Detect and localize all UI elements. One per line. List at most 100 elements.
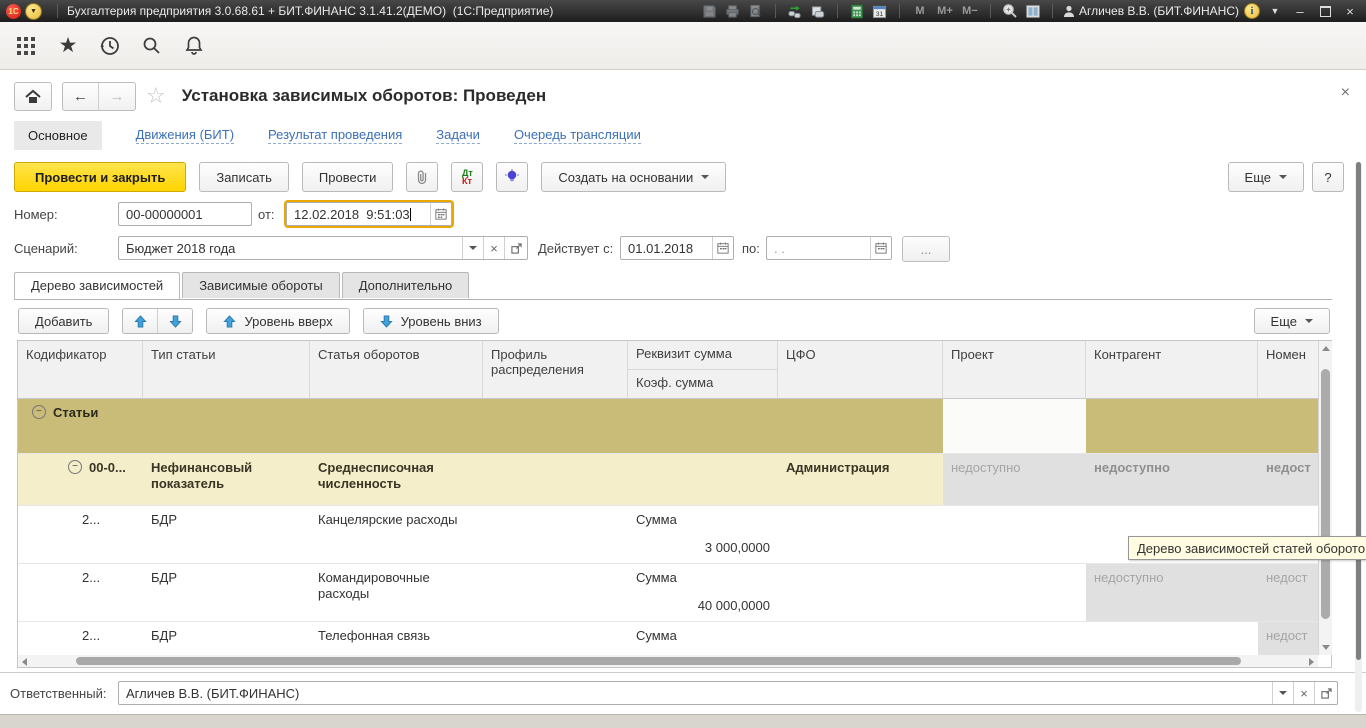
memory-m-icon[interactable]: M [910,5,930,17]
document-date-input[interactable]: 12.02.2018 9:51:03 [286,202,452,226]
group-right-cells[interactable] [1086,399,1318,453]
explain-button[interactable] [496,162,528,192]
close-form-icon[interactable]: × [1341,86,1350,100]
main-menu-button[interactable]: ▼ [25,3,42,20]
print-preview-icon[interactable] [747,3,765,19]
collapse-icon[interactable]: − [68,460,82,474]
post-and-close-button[interactable]: Провести и закрыть [14,162,186,192]
horizontal-scroll-thumb[interactable] [76,657,1241,665]
notifications-bell-icon[interactable] [182,34,206,58]
cell-nomenclature-unavailable: недост [1258,564,1318,621]
post-button[interactable]: Провести [302,162,394,192]
table-row-stationery[interactable]: 2... БДР Канцелярские расходы Сумма 3 00… [18,506,1318,564]
column-project[interactable]: Проект [943,341,1086,399]
scroll-left-icon[interactable] [22,658,27,666]
minimize-button[interactable]: – [1290,3,1310,19]
close-window-button[interactable]: × [1340,3,1360,19]
tab-dependency-tree[interactable]: Дерево зависимостей [14,272,180,299]
services-menu-icon[interactable] [14,34,38,58]
current-user[interactable]: Агличев В.В. (БИТ.ФИНАНС) [1063,4,1239,18]
cell-article-type: БДР [143,622,310,656]
column-article-type[interactable]: Тип статьи [143,341,310,399]
scroll-down-icon[interactable] [1322,645,1330,650]
history-icon[interactable] [98,34,122,58]
move-up-button[interactable] [123,309,158,333]
links-icon[interactable] [809,3,827,19]
period-ellipsis-button[interactable]: ... [902,236,950,262]
nav-link-tasks[interactable]: Задачи [436,127,480,144]
forward-button[interactable]: → [99,83,135,110]
column-turnover-article[interactable]: Статья оборотов [310,341,483,399]
more-button[interactable]: Еще [1228,162,1304,192]
info-icon[interactable]: i [1244,3,1260,19]
tab-additional[interactable]: Дополнительно [342,272,470,298]
responsible-open-button[interactable] [1314,682,1337,704]
column-codifier[interactable]: Кодификатор [18,341,143,399]
calendar-picker-button[interactable] [430,203,451,225]
responsible-clear-button[interactable]: × [1293,682,1314,704]
nav-link-movements[interactable]: Движения (БИТ) [136,127,234,144]
back-button[interactable]: ← [63,83,99,110]
calculator-icon[interactable] [848,3,866,19]
form-scroll-thumb[interactable] [1356,162,1361,660]
home-button[interactable] [14,82,52,111]
move-down-button[interactable] [158,309,192,333]
level-up-button[interactable]: Уровень вверх [206,308,349,334]
postings-dtkt-button[interactable]: ДтКт [451,162,483,192]
responsible-dropdown-button[interactable] [1272,682,1293,704]
favorite-star-icon[interactable]: ☆ [146,83,166,109]
table-row-telephony[interactable]: 2... БДР Телефонная связь Сумма недост [18,622,1318,656]
valid-from-input[interactable]: 01.01.2018 [620,236,734,260]
scroll-right-icon[interactable] [1309,658,1314,666]
calendar-icon[interactable]: 31 [871,3,889,19]
vertical-scroll-thumb[interactable] [1321,369,1330,619]
cell-article-type: БДР [143,506,310,563]
nav-tab-main[interactable]: Основное [14,121,102,150]
save-icon[interactable] [701,3,719,19]
scroll-up-icon[interactable] [1322,346,1330,351]
scenario-combo[interactable]: Бюджет 2018 года × [118,236,528,260]
maximize-button[interactable] [1315,3,1335,19]
add-link-icon[interactable] [786,3,804,19]
add-button[interactable]: Добавить [18,308,109,334]
nav-link-post-result[interactable]: Результат проведения [268,127,402,144]
scenario-clear-button[interactable]: × [483,237,504,259]
column-sum-coef[interactable]: Коэф. сумма [628,370,777,398]
help-button[interactable]: ? [1312,162,1344,192]
favorites-icon[interactable]: ★ [56,34,80,58]
memory-m-plus-icon[interactable]: M+ [935,5,955,17]
calendar-picker-button[interactable] [712,237,733,259]
column-contractor[interactable]: Контрагент [1086,341,1258,399]
table-row-travel[interactable]: 2... БДР Командировочные расходы Сумма 4… [18,564,1318,622]
tree-more-button[interactable]: Еще [1254,308,1330,334]
column-distribution-profile[interactable]: Профиль распределения [483,341,628,399]
tab-dependent-turnovers[interactable]: Зависимые обороты [182,272,340,298]
table-horizontal-scrollbar[interactable] [18,655,1318,667]
column-cfo[interactable]: ЦФО [778,341,943,399]
titlebar-chevron-icon[interactable]: ▼ [1265,3,1285,19]
group-project-cell[interactable] [943,399,1086,453]
valid-to-input[interactable]: . . [766,236,892,260]
write-button[interactable]: Записать [199,162,289,192]
scenario-open-button[interactable] [504,237,527,259]
table-row-group-articles[interactable]: − Статьи [18,399,1318,454]
memory-m-minus-icon[interactable]: M− [960,5,980,17]
table-row-indicator[interactable]: − 00-0... Нефинансовый показатель Средне… [18,454,1318,506]
responsible-combo[interactable]: Агличев В.В. (БИТ.ФИНАНС) × [118,681,1338,705]
calendar-picker-button[interactable] [870,237,891,259]
form-scrollbar[interactable] [1355,162,1362,712]
zoom-icon[interactable] [1001,3,1019,19]
scenario-dropdown-button[interactable] [462,237,483,259]
create-based-on-button[interactable]: Создать на основании [541,162,726,192]
column-sum-attribute[interactable]: Реквизит сумма [628,341,777,370]
split-view-icon[interactable] [1024,3,1042,19]
attach-button[interactable] [406,162,438,192]
column-nomenclature[interactable]: Номен [1258,341,1318,399]
collapse-icon[interactable]: − [32,405,46,419]
print-icon[interactable] [724,3,742,19]
nav-link-translation-queue[interactable]: Очередь трансляции [514,127,641,144]
number-input[interactable]: 00-00000001 [118,202,252,226]
level-down-button[interactable]: Уровень вниз [363,308,499,334]
search-icon[interactable] [140,34,164,58]
table-vertical-scrollbar[interactable] [1318,341,1332,655]
